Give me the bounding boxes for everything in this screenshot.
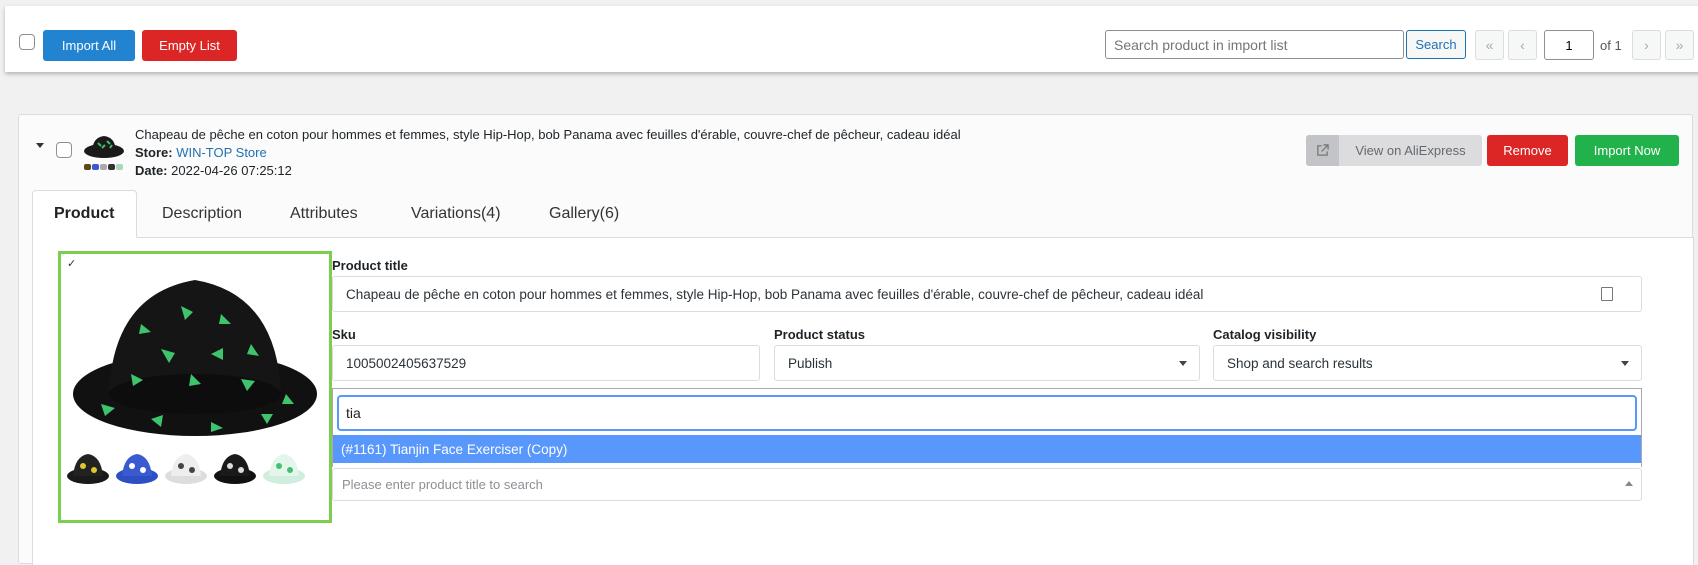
external-link-icon <box>1306 135 1339 166</box>
remove-button[interactable]: Remove <box>1487 135 1568 166</box>
tab-description[interactable]: Description <box>162 190 242 238</box>
first-page-button[interactable]: « <box>1475 30 1504 60</box>
dropdown-search-input[interactable] <box>337 395 1637 431</box>
tab-attributes[interactable]: Attributes <box>290 190 358 238</box>
product-select-checkbox[interactable] <box>56 142 72 158</box>
collapse-toggle-icon[interactable] <box>36 143 44 148</box>
store-label: Store: <box>135 145 173 160</box>
product-search-placeholder: Please enter product title to search <box>342 477 543 492</box>
search-input[interactable] <box>1105 30 1404 59</box>
catalog-visibility-label: Catalog visibility <box>1213 327 1317 342</box>
import-date: 2022-04-26 07:25:12 <box>171 163 292 178</box>
product-status-value: Publish <box>788 355 833 371</box>
product-thumbnail <box>82 129 126 173</box>
product-card: Chapeau de pêche en coton pour hommes et… <box>18 114 1694 565</box>
sku-label: Sku <box>332 327 356 342</box>
view-on-aliexpress-button[interactable]: View on AliExpress <box>1306 135 1482 166</box>
catalog-visibility-value: Shop and search results <box>1227 355 1373 371</box>
product-name: Chapeau de pêche en coton pour hommes et… <box>135 127 961 142</box>
product-status-label: Product status <box>774 327 866 342</box>
copy-clipboard-icon[interactable] <box>1601 287 1613 301</box>
sku-input[interactable]: 1005002405637529 <box>332 345 760 381</box>
chevron-up-icon <box>1625 481 1633 486</box>
bucket-hat-image <box>67 280 317 484</box>
chevron-down-icon <box>1179 361 1187 366</box>
date-line: Date: 2022-04-26 07:25:12 <box>135 163 292 178</box>
tab-product[interactable]: Product <box>32 190 137 238</box>
product-title-label: Product title <box>332 258 408 273</box>
search-button[interactable]: Search <box>1406 30 1466 59</box>
product-image-frame[interactable]: ✓ <box>58 251 332 523</box>
page-number-input[interactable] <box>1544 30 1594 60</box>
product-search-select[interactable]: Please enter product title to search <box>332 468 1642 501</box>
product-title-input[interactable]: Chapeau de pêche en coton pour hommes et… <box>332 276 1642 312</box>
product-title-value: Chapeau de pêche en coton pour hommes et… <box>346 286 1204 302</box>
product-status-select[interactable]: Publish <box>774 345 1200 381</box>
chevron-down-icon <box>1621 361 1629 366</box>
tab-variations[interactable]: Variations(4) <box>411 190 501 238</box>
catalog-visibility-select[interactable]: Shop and search results <box>1213 345 1642 381</box>
product-tab-panel: ✓ Product title Chapeau de pêche en coto… <box>32 238 1694 565</box>
select-all-checkbox[interactable] <box>19 34 35 50</box>
tab-gallery[interactable]: Gallery(6) <box>549 190 619 238</box>
empty-list-button[interactable]: Empty List <box>142 30 237 61</box>
view-on-aliexpress-label: View on AliExpress <box>1355 143 1466 158</box>
prev-page-button[interactable]: ‹ <box>1508 30 1537 60</box>
product-tabs: Product Description Attributes Variation… <box>32 190 1694 238</box>
store-link[interactable]: WIN-TOP Store <box>176 145 267 160</box>
dropdown-option[interactable]: (#1161) Tianjin Face Exerciser (Copy) <box>333 435 1641 463</box>
next-page-button[interactable]: › <box>1632 30 1661 60</box>
store-line: Store: WIN-TOP Store <box>135 145 267 160</box>
import-all-button[interactable]: Import All <box>43 30 135 61</box>
date-label: Date: <box>135 163 168 178</box>
import-now-button[interactable]: Import Now <box>1575 135 1679 166</box>
import-list-toolbar: Import All Empty List Search « ‹ of 1 › … <box>5 6 1698 72</box>
page-count-label: of 1 <box>1600 38 1622 53</box>
last-page-button[interactable]: » <box>1665 30 1694 60</box>
select-dropdown: (#1161) Tianjin Face Exerciser (Copy) <box>332 388 1642 467</box>
